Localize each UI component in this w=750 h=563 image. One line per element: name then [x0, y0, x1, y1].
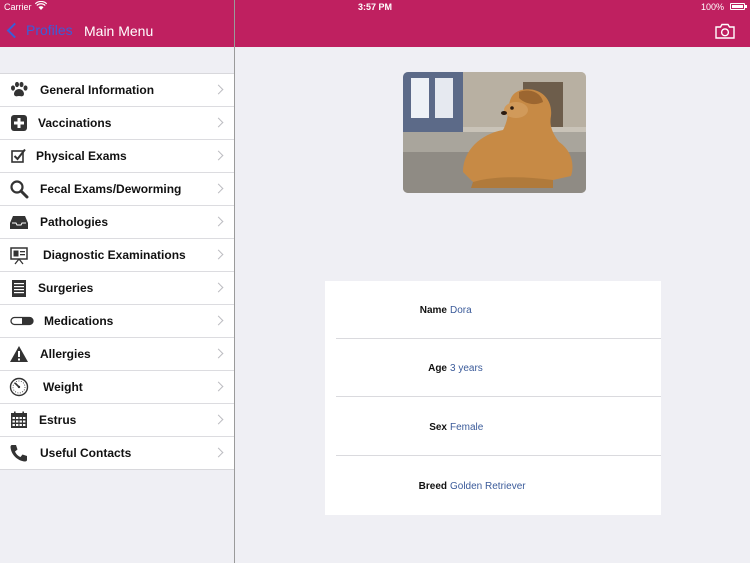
menu-item-general-information[interactable]: General Information — [0, 74, 234, 107]
menu-item-label: Estrus — [39, 413, 77, 427]
chevron-right-icon — [213, 150, 224, 161]
chevron-right-icon — [213, 381, 224, 392]
chevron-right-icon — [213, 183, 224, 194]
sidebar: General Information Vaccinations Physica… — [0, 47, 234, 563]
status-bar: Carrier 3:57 PM 100% — [0, 0, 750, 14]
battery-percent: 100% — [700, 2, 724, 12]
info-row-sex[interactable]: Sex Female — [336, 398, 661, 456]
info-value: Dora — [450, 305, 472, 316]
menu-item-label: Allergies — [40, 347, 91, 361]
chevron-right-icon — [213, 315, 224, 326]
menu-item-label: Fecal Exams/Deworming — [40, 182, 182, 196]
tray-icon — [10, 216, 28, 229]
chevron-right-icon — [213, 84, 224, 95]
calendar-icon — [11, 411, 27, 428]
back-button-label: Profiles — [26, 22, 73, 38]
clock-label: 3:57 PM — [357, 2, 392, 12]
info-row-name[interactable]: Name Dora — [336, 281, 661, 339]
menu-item-useful-contacts[interactable]: Useful Contacts — [0, 437, 234, 469]
info-label: Age — [428, 363, 447, 374]
chevron-left-icon — [6, 22, 23, 38]
camera-icon[interactable] — [715, 23, 735, 39]
chevron-right-icon — [213, 249, 224, 260]
row-separator — [336, 396, 661, 397]
menu-item-label: General Information — [40, 83, 155, 97]
menu-item-label: Surgeries — [38, 281, 94, 295]
menu-item-surgeries[interactable]: Surgeries — [0, 272, 234, 305]
detail-navbar — [235, 14, 750, 47]
paw-icon — [11, 81, 28, 97]
profile-detail: Name Dora Age 3 years Sex Female Breed G… — [235, 47, 750, 563]
info-value: Golden Retriever — [450, 481, 526, 492]
dog-photo[interactable] — [403, 72, 586, 193]
sidebar-navbar: Profiles Main Menu — [0, 14, 234, 47]
info-value: Female — [450, 422, 484, 433]
battery-icon — [730, 3, 747, 10]
info-label: Name — [419, 305, 447, 316]
warning-icon — [10, 346, 28, 362]
menu-item-medications[interactable]: Medications — [0, 305, 234, 338]
info-row-breed[interactable]: Breed Golden Retriever — [336, 457, 661, 515]
nav-title: Main Menu — [84, 23, 154, 39]
menu-item-label: Physical Exams — [36, 149, 127, 163]
menu-item-weight[interactable]: Weight — [0, 371, 234, 404]
menu-item-fecal-exams[interactable]: Fecal Exams/Deworming — [0, 173, 234, 206]
profile-info-card: Name Dora Age 3 years Sex Female Breed G… — [325, 281, 661, 515]
menu-item-estrus[interactable]: Estrus — [0, 404, 234, 437]
back-button[interactable]: Profiles — [6, 22, 73, 38]
scale-gauge-icon — [9, 377, 29, 397]
row-separator — [336, 455, 661, 456]
menu-item-label: Weight — [43, 380, 83, 394]
main-menu-list: General Information Vaccinations Physica… — [0, 73, 234, 470]
menu-item-physical-exams[interactable]: Physical Exams — [0, 140, 234, 173]
menu-item-label: Vaccinations — [38, 116, 112, 130]
chevron-right-icon — [213, 414, 224, 425]
info-label: Breed — [418, 481, 447, 492]
chevron-right-icon — [213, 117, 224, 128]
menu-item-diagnostic-examinations[interactable]: Diagnostic Examinations — [0, 239, 234, 272]
info-value: 3 years — [450, 363, 483, 374]
phone-icon — [10, 445, 27, 462]
menu-item-label: Medications — [44, 314, 114, 328]
split-divider — [234, 0, 235, 563]
menu-item-label: Pathologies — [40, 215, 109, 229]
notepad-icon — [12, 280, 26, 297]
pill-icon — [10, 316, 34, 326]
plus-cross-icon — [11, 115, 27, 131]
menu-item-vaccinations[interactable]: Vaccinations — [0, 107, 234, 140]
chevron-right-icon — [213, 447, 224, 458]
menu-item-allergies[interactable]: Allergies — [0, 338, 234, 371]
magnifier-icon — [10, 180, 29, 199]
checkbox-icon — [11, 148, 26, 163]
menu-item-label: Diagnostic Examinations — [43, 248, 186, 262]
info-row-age[interactable]: Age 3 years — [336, 339, 661, 397]
menu-item-pathologies[interactable]: Pathologies — [0, 206, 234, 239]
chevron-right-icon — [213, 216, 224, 227]
presentation-board-icon — [10, 247, 28, 265]
chevron-right-icon — [213, 348, 224, 359]
info-label: Sex — [429, 422, 447, 433]
chevron-right-icon — [213, 282, 224, 293]
menu-item-label: Useful Contacts — [40, 446, 132, 460]
